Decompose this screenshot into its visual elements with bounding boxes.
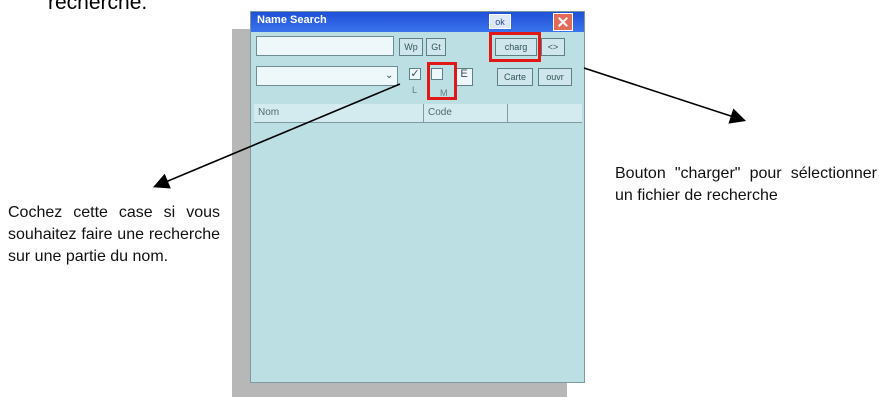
right-arrow: [583, 67, 747, 124]
right-callout: Bouton "charger" pour sélectionner un fi…: [615, 165, 877, 204]
left-callout: Cochez cette case si vous souhaitez fair…: [8, 204, 220, 265]
left-arrow: [153, 83, 401, 189]
